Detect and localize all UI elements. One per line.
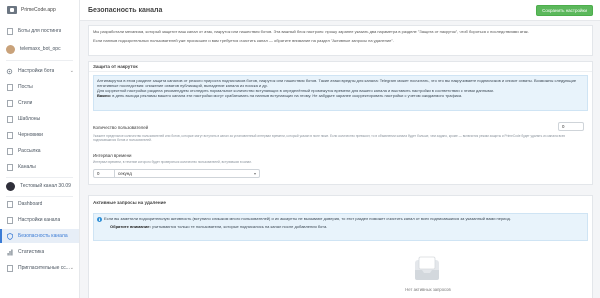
doc-icon [6,264,13,272]
app-logo[interactable]: PrimeCode.app [0,0,79,20]
sidebar-item-channel-settings[interactable]: Настройки канала [0,213,79,227]
sidebar-item-label: telemaxx_bot_opc [20,46,61,52]
doc-icon [6,163,13,171]
deletion-requests-title: Активные запросы на удаление [93,200,166,205]
sidebar-item-label: Статистика [18,249,45,255]
info-rest: учитываются только те пользователи, кото… [150,224,328,229]
sidebar-item-label: Посты [18,84,33,90]
doc-icon [6,115,13,123]
sidebar-item-styles[interactable]: Стили [0,96,79,110]
protection-card: Защита от накруток Антинакрутка в этом р… [88,61,593,185]
interval-unit-value: секунд [118,171,132,176]
sidebar-item-label: Пригласительные сс... [18,265,70,271]
empty-inbox-icon [415,256,439,280]
sidebar-item-drafts[interactable]: Черновики [0,128,79,142]
intro-text: Мы разработали механизм, который защитит… [93,29,529,34]
doc-icon [6,131,13,139]
interval-label: Интервал времени [93,153,132,158]
info-text: Важно: в день выхода рекламы вашего кана… [97,93,584,98]
sidebar-item-dashboard[interactable]: Dashboard [0,197,79,211]
chevron-down-icon: ⌄ [69,265,74,271]
doc-icon [6,147,13,155]
sidebar: PrimeCode.app Боты для постинга telemaxx… [0,0,80,298]
sidebar-item-channels[interactable]: Каналы [0,160,79,174]
interval-unit-select[interactable]: секунд ▾ [115,169,260,178]
sidebar-item-label: Настройки канала [18,217,61,223]
page-header: Безопасность канала Сохранить настройки [80,0,600,21]
page-title: Безопасность канала [88,6,163,14]
empty-state-text: Нет активных запросов [405,287,451,292]
deletion-requests-info: Если вы заметили подозрительную активнос… [93,213,588,241]
intro-notice: Мы разработали механизм, который защитит… [88,25,593,56]
sidebar-item-label: Стили [18,100,33,106]
intro-text: Если наплыв подозрительных пользователей… [93,37,394,43]
sidebar-item-label: Черновики [18,132,43,138]
sidebar-item-bot-settings[interactable]: Настройки бота ⌄ [0,64,79,78]
info-bold: Обратите внимание: [110,224,151,229]
bot-avatar [6,44,15,54]
sidebar-item-statistics[interactable]: Статистика [0,245,79,259]
info-rest: в день выхода рекламы вашего канала эти … [111,93,463,98]
chart-icon [6,249,13,256]
channel-avatar [6,181,15,191]
doc-icon [6,99,13,107]
sidebar-item-label: Каналы [18,164,36,170]
sidebar-item-label: Безопасность канала [18,233,68,239]
sidebar-item-label: Настройки бота [18,68,55,74]
users-count-help: Укажите предельное количество пользовате… [93,134,566,142]
doc-icon [6,200,13,208]
app-name: PrimeCode.app [21,7,56,13]
sidebar-item-posting-bots[interactable]: Боты для постинга [0,24,79,38]
divider [6,60,73,61]
sidebar-item-label: Рассылка [18,148,41,154]
gear-icon [6,68,13,75]
protection-card-title: Защита от накруток [89,62,592,72]
sidebar-item-test-channel[interactable]: Тестовый канал 30.09 [0,179,79,193]
users-count-input[interactable]: 0 [558,122,584,131]
main-content: Безопасность канала Сохранить настройки … [80,0,600,298]
doc-icon [6,27,13,35]
sidebar-item-mailing[interactable]: Рассылка [0,144,79,158]
app-logo-icon [7,6,17,14]
deletion-requests-card: Активные запросы на удаление Если вы зам… [88,195,593,298]
info-bold: Важно: [97,93,112,98]
sidebar-item-label: Боты для постинга [18,28,62,34]
chevron-down-icon: ▾ [253,171,256,176]
sidebar-item-invite-links[interactable]: Пригласительные сс... ⌄ [0,261,79,275]
sidebar-item-channel-security[interactable]: Безопасность канала [0,229,79,243]
info-text: Обратите внимание: учитываются только те… [104,224,584,229]
doc-icon [6,83,13,91]
interval-help: Интервал времени, в течение которого буд… [93,160,253,164]
chevron-down-icon: ⌄ [69,68,74,74]
interval-value-input[interactable]: 0 [93,169,115,178]
info-circle-icon [97,217,102,223]
users-count-label: Количество пользователей [93,125,149,130]
sidebar-item-bot[interactable]: telemaxx_bot_opc [0,42,79,56]
divider [6,177,73,178]
sidebar-item-label: Шаблоны [18,116,41,122]
sidebar-item-label: Тестовый канал 30.09 [20,183,71,189]
info-text: Антинакрутка в этом разделе защита канал… [97,78,577,88]
sidebar-item-templates[interactable]: Шаблоны [0,112,79,126]
save-settings-button[interactable]: Сохранить настройки [536,5,593,16]
doc-icon [6,216,13,224]
shield-icon [6,232,13,240]
sidebar-item-label: Dashboard [18,201,43,207]
protection-info: Антинакрутка в этом разделе защита канал… [93,75,588,111]
info-text: Если вы заметили подозрительную активнос… [104,216,511,221]
sidebar-item-posts[interactable]: Посты [0,80,79,94]
